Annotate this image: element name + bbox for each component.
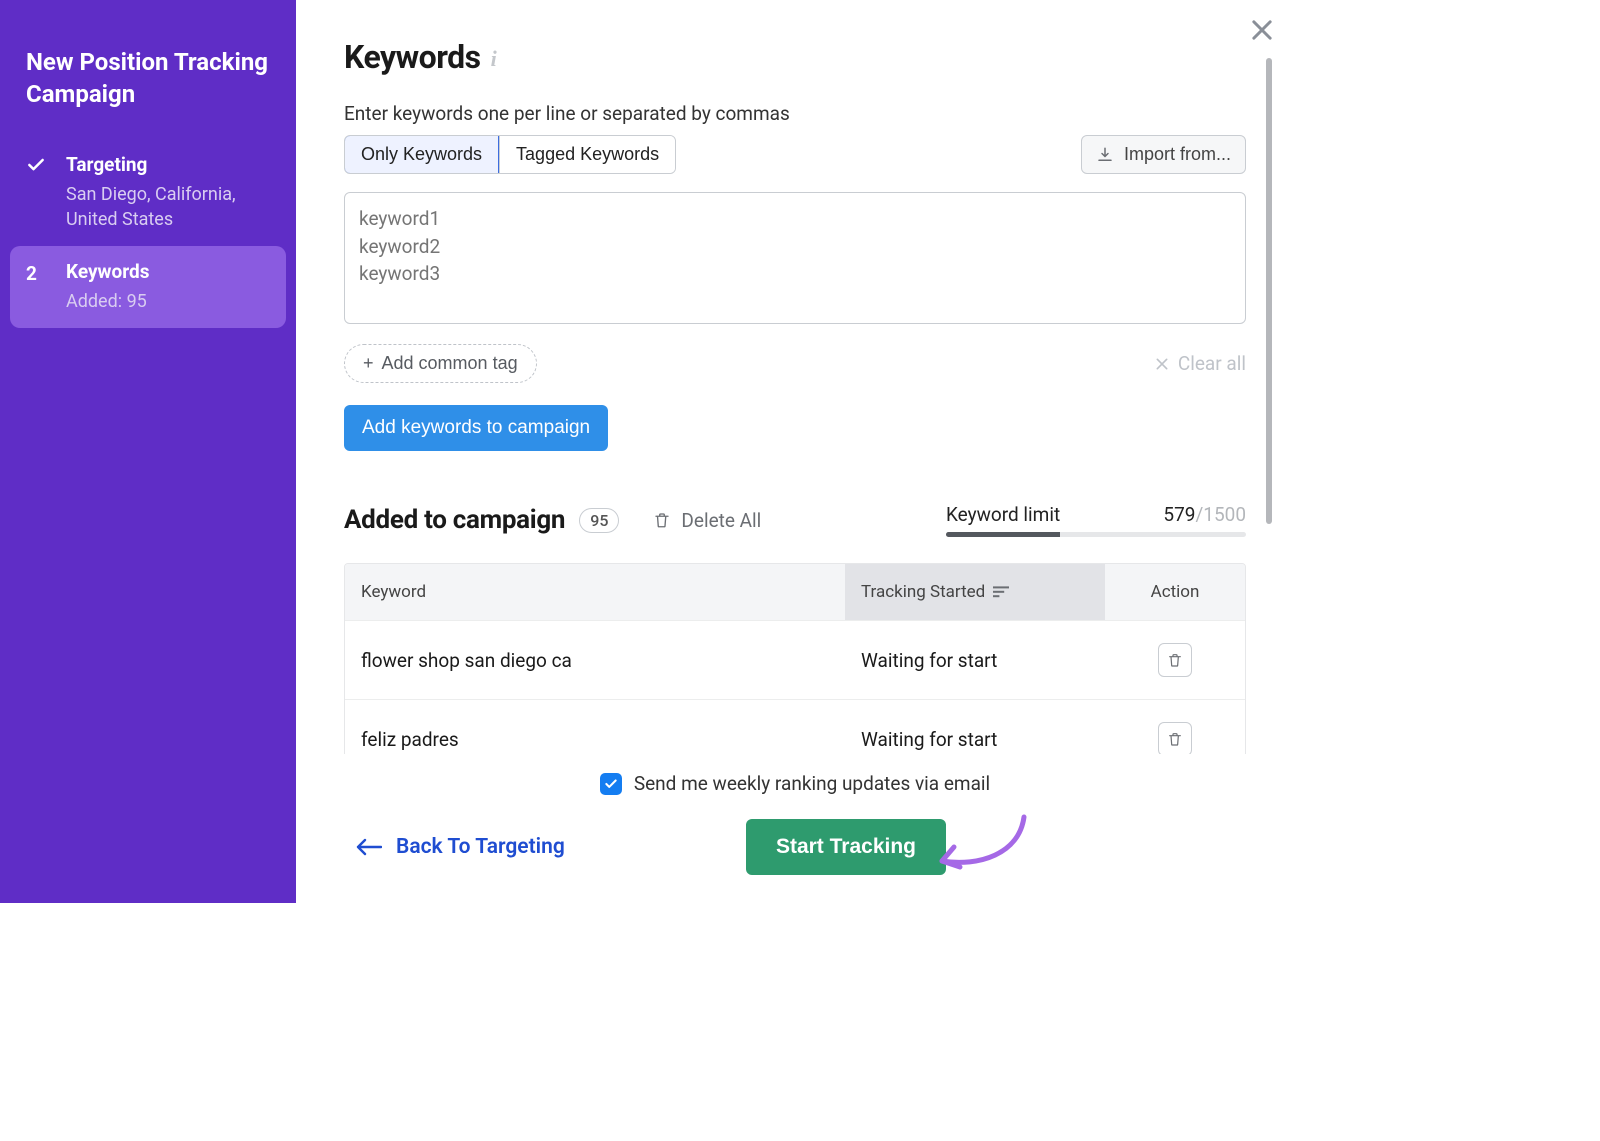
step-number-icon: 2: [26, 260, 50, 285]
check-icon: [26, 153, 50, 175]
limit-total: 1500: [1203, 503, 1246, 526]
weekly-email-checkbox[interactable]: [600, 773, 622, 795]
cell-keyword: flower shop san diego ca: [345, 627, 845, 694]
wizard-title: New Position Tracking Campaign: [0, 46, 296, 139]
added-title: Added to campaign: [344, 505, 565, 535]
sort-icon: [993, 585, 1009, 599]
step-sublabel: San Diego, California, United States: [66, 182, 278, 232]
wizard-step-targeting[interactable]: Targeting San Diego, California, United …: [0, 139, 296, 246]
keyword-limit: Keyword limit 579/1500: [946, 503, 1246, 537]
clear-all-button[interactable]: Clear all: [1154, 352, 1246, 375]
th-action: Action: [1105, 564, 1245, 620]
page-title: Keywords i: [344, 38, 1246, 76]
wizard-sidebar: New Position Tracking Campaign Targeting…: [0, 0, 296, 903]
cell-keyword: feliz padres: [345, 706, 845, 755]
keyword-mode-segment: Only Keywords Tagged Keywords: [344, 135, 676, 174]
scrollbar-thumb[interactable]: [1266, 58, 1272, 524]
wizard-footer: Send me weekly ranking updates via email…: [296, 754, 1294, 903]
download-icon: [1096, 146, 1114, 164]
main-panel: Keywords i Enter keywords one per line o…: [296, 0, 1294, 903]
tab-only-keywords[interactable]: Only Keywords: [344, 135, 499, 174]
import-from-button[interactable]: Import from...: [1081, 135, 1246, 174]
cell-status: Waiting for start: [845, 627, 1105, 694]
start-tracking-button[interactable]: Start Tracking: [746, 819, 946, 875]
add-common-tag-button[interactable]: + Add common tag: [344, 344, 537, 383]
keywords-textarea[interactable]: [344, 192, 1246, 324]
step-sublabel: Added: 95: [66, 289, 268, 314]
limit-progress: [946, 532, 1246, 537]
step-label: Keywords: [66, 260, 268, 283]
weekly-email-label: Send me weekly ranking updates via email: [634, 772, 990, 795]
trash-icon: [1167, 652, 1183, 668]
add-tag-label: Add common tag: [382, 353, 518, 374]
clear-all-label: Clear all: [1178, 352, 1246, 375]
trash-icon: [653, 511, 671, 529]
page-title-text: Keywords: [344, 38, 481, 76]
back-label: Back To Targeting: [396, 835, 565, 859]
info-icon[interactable]: i: [491, 42, 497, 72]
back-to-targeting-button[interactable]: Back To Targeting: [344, 835, 565, 859]
keywords-table: Keyword Tracking Started Action flower s…: [344, 563, 1246, 754]
limit-used: 579: [1163, 503, 1195, 526]
th-tracking-started[interactable]: Tracking Started: [845, 564, 1105, 620]
cell-status: Waiting for start: [845, 706, 1105, 755]
table-header: Keyword Tracking Started Action: [345, 564, 1245, 620]
table-row: feliz padres Waiting for start: [345, 699, 1245, 754]
table-row: flower shop san diego ca Waiting for sta…: [345, 620, 1245, 699]
trash-icon: [1167, 731, 1183, 747]
limit-label: Keyword limit: [946, 503, 1060, 526]
step-label: Targeting: [66, 153, 278, 176]
delete-all-button[interactable]: Delete All: [653, 509, 761, 532]
added-count-badge: 95: [579, 508, 619, 533]
delete-row-button[interactable]: [1158, 643, 1192, 677]
delete-all-label: Delete All: [681, 509, 761, 532]
arrow-left-icon: [356, 838, 382, 856]
add-keywords-button[interactable]: Add keywords to campaign: [344, 405, 608, 451]
import-label: Import from...: [1124, 144, 1231, 165]
close-icon: [1154, 356, 1170, 372]
tab-tagged-keywords[interactable]: Tagged Keywords: [499, 136, 675, 173]
wizard-step-keywords[interactable]: 2 Keywords Added: 95: [10, 246, 286, 328]
th-keyword[interactable]: Keyword: [345, 564, 845, 620]
delete-row-button[interactable]: [1158, 722, 1192, 754]
plus-icon: +: [363, 353, 374, 374]
keywords-hint: Enter keywords one per line or separated…: [344, 102, 1246, 125]
